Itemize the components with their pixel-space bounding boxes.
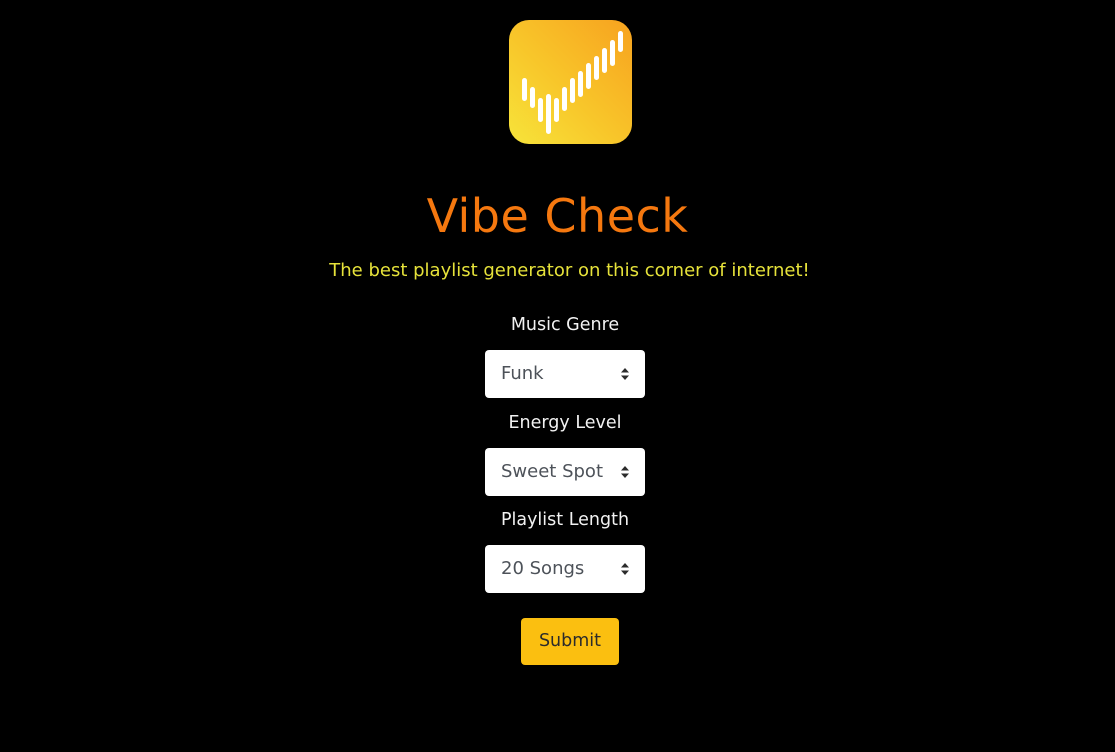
select-arrows-icon <box>621 368 629 380</box>
music-genre-label: Music Genre <box>510 315 620 335</box>
submit-button[interactable]: Submit <box>521 618 619 665</box>
energy-level-label: Energy Level <box>508 413 622 433</box>
page-title: Vibe Check <box>426 189 689 243</box>
playlist-length-label: Playlist Length <box>500 510 630 530</box>
select-arrows-icon <box>621 466 629 478</box>
playlist-length-select[interactable]: 20 Songs <box>485 545 645 593</box>
select-arrows-icon <box>621 563 629 575</box>
playlist-length-value: 20 Songs <box>501 558 585 579</box>
app-root: Vibe Check The best playlist generator o… <box>0 0 1115 752</box>
energy-level-value: Sweet Spot <box>501 461 603 482</box>
vibe-check-logo-icon <box>509 20 632 144</box>
energy-level-select[interactable]: Sweet Spot <box>485 448 645 496</box>
music-genre-value: Funk <box>501 363 544 384</box>
logo-bars-graphic <box>522 31 623 134</box>
page-subtitle: The best playlist generator on this corn… <box>329 260 810 281</box>
music-genre-select[interactable]: Funk <box>485 350 645 398</box>
